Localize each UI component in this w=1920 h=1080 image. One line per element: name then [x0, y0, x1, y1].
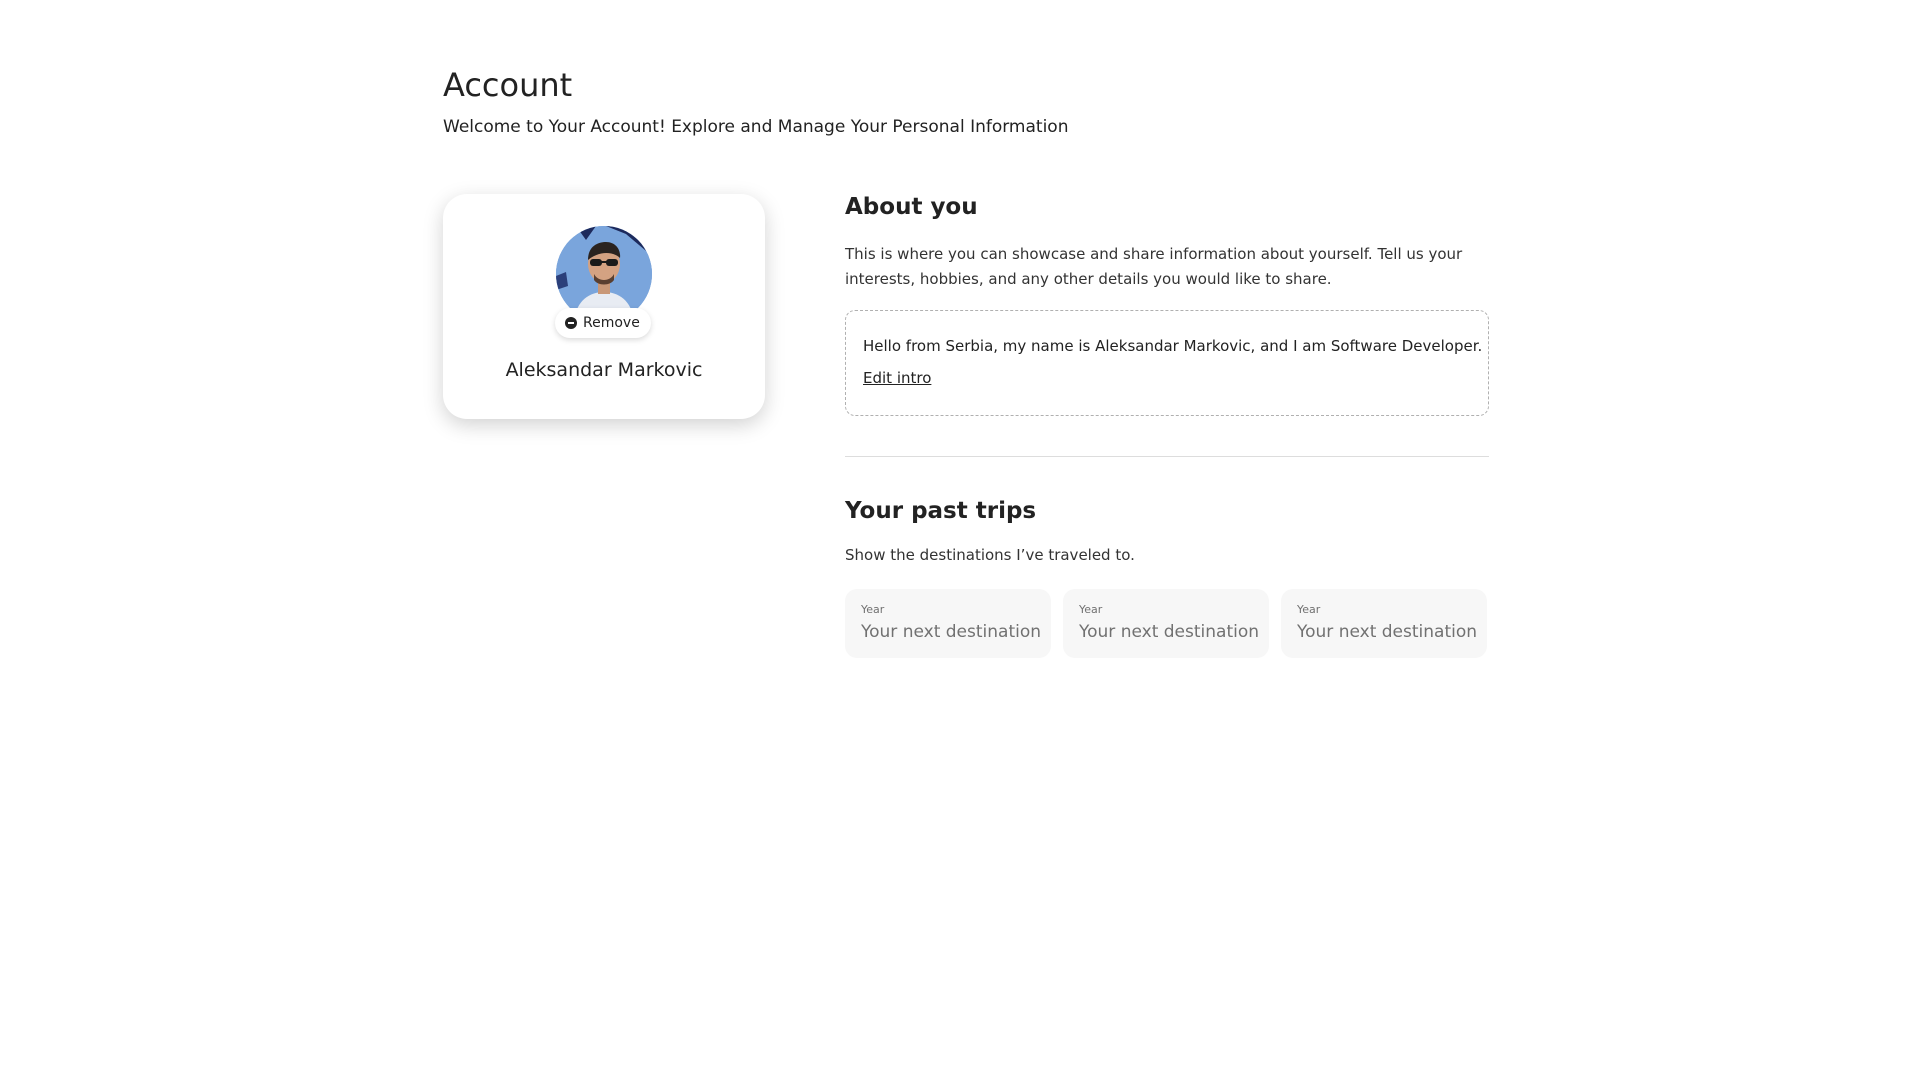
about-title: About you [845, 194, 978, 220]
page-title: Account [443, 66, 573, 104]
trip-destination-placeholder: Your next destination [861, 622, 1042, 642]
trip-card[interactable]: Year Your next destination [1063, 589, 1269, 658]
trip-card[interactable]: Year Your next destination [1281, 589, 1487, 658]
trip-destination-placeholder: Your next destination [1079, 622, 1260, 642]
intro-text: Hello from Serbia, my name is Aleksandar… [863, 337, 1483, 355]
trip-card[interactable]: Year Your next destination [845, 589, 1051, 658]
trip-destination-placeholder: Your next destination [1297, 622, 1478, 642]
trips-description: Show the destinations I’ve traveled to. [845, 546, 1135, 564]
trip-cards: Year Your next destination Year Your nex… [845, 589, 1489, 658]
trips-title: Your past trips [845, 498, 1037, 524]
page-subtitle: Welcome to Your Account! Explore and Man… [443, 117, 1069, 137]
trip-year-label: Year [1079, 603, 1103, 616]
section-divider [845, 456, 1489, 457]
trip-year-label: Year [1297, 603, 1321, 616]
remove-photo-button[interactable]: Remove [555, 308, 651, 338]
profile-name: Aleksandar Markovic [505, 359, 703, 381]
profile-card: Remove Aleksandar Markovic [443, 194, 765, 419]
about-description: This is where you can showcase and share… [845, 245, 1463, 288]
remove-photo-label: Remove [583, 315, 640, 331]
intro-box: Hello from Serbia, my name is Aleksandar… [845, 310, 1489, 416]
trip-year-label: Year [861, 603, 885, 616]
edit-intro-link[interactable]: Edit intro [863, 369, 931, 387]
minus-circle-icon [565, 317, 577, 329]
